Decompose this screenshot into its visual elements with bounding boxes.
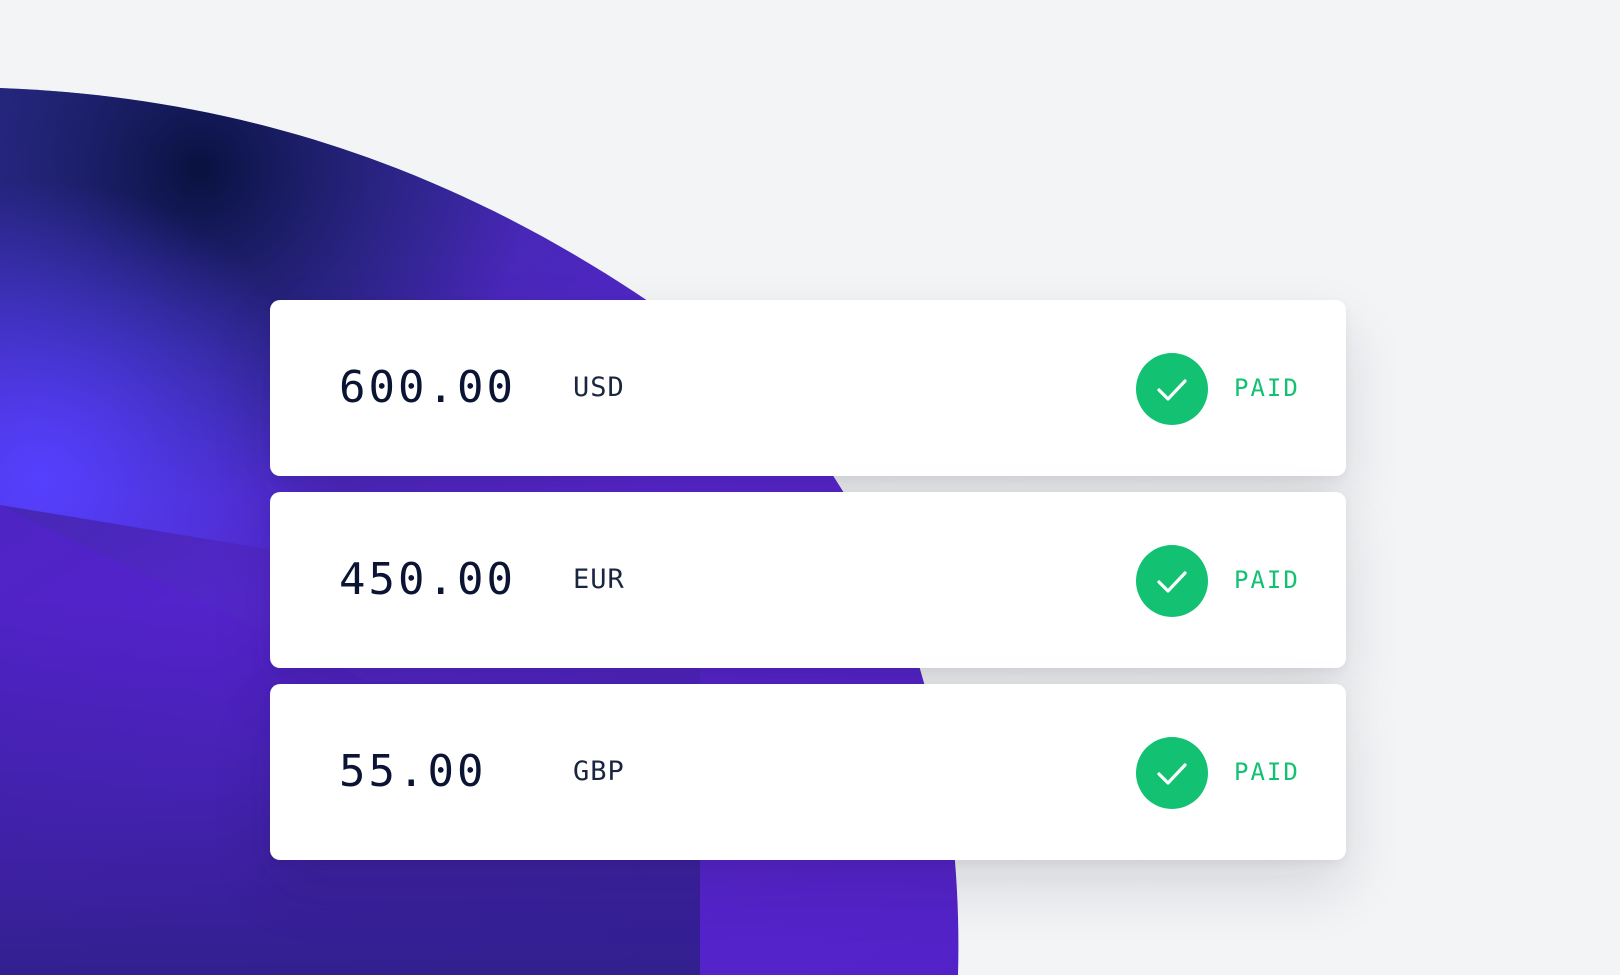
status-badge: PAID xyxy=(1234,374,1300,402)
payment-currency: GBP xyxy=(573,756,625,787)
payment-amount: 55.00 xyxy=(339,746,487,797)
check-icon xyxy=(1136,737,1208,809)
payment-card-usd[interactable]: 600.00 USD PAID xyxy=(270,300,1346,476)
check-icon xyxy=(1136,353,1208,425)
payment-currency: EUR xyxy=(573,564,625,595)
payment-card-eur[interactable]: 450.00 EUR PAID xyxy=(270,492,1346,668)
check-icon xyxy=(1136,545,1208,617)
status-badge: PAID xyxy=(1234,758,1300,786)
status-badge: PAID xyxy=(1234,566,1300,594)
payment-amount: 600.00 xyxy=(339,362,516,413)
payment-card-gbp[interactable]: 55.00 GBP PAID xyxy=(270,684,1346,860)
payment-currency: USD xyxy=(573,372,625,403)
payment-amount: 450.00 xyxy=(339,554,516,605)
payments-list: 600.00 USD PAID 450.00 EUR PAID 55.00 GB… xyxy=(270,300,1346,876)
